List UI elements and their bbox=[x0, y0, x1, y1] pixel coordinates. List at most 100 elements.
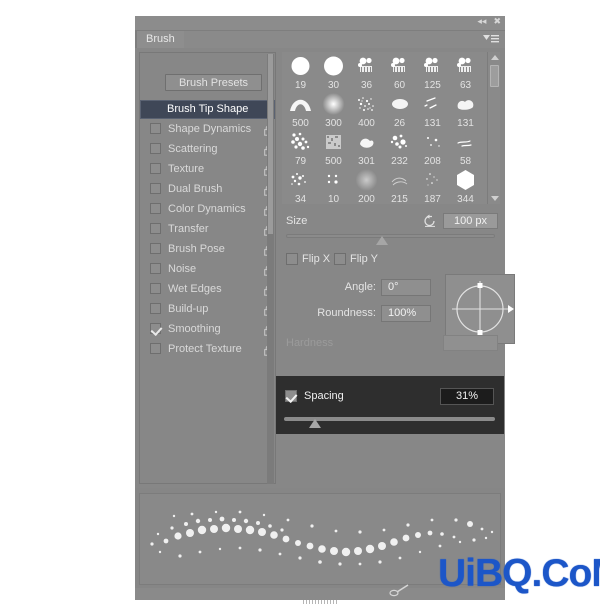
checkbox[interactable] bbox=[150, 203, 161, 214]
brush-grid-scrollbar-thumb[interactable] bbox=[490, 65, 499, 87]
brush-tip-size: 500 bbox=[292, 118, 309, 129]
sidebar-item-smoothing[interactable]: Smoothing bbox=[140, 319, 275, 339]
size-slider-thumb[interactable] bbox=[376, 236, 388, 245]
brush-options-list-panel: Brush Presets Brush Tip Shape Shape Dyna… bbox=[139, 52, 276, 484]
hardness-input bbox=[443, 335, 498, 351]
flip-x-checkbox-row[interactable]: Flip X bbox=[286, 253, 330, 266]
checkbox[interactable] bbox=[150, 143, 161, 154]
brush-tip-cell[interactable]: 131 bbox=[449, 92, 482, 130]
sidebar-item-brush-tip-shape[interactable]: Brush Tip Shape bbox=[140, 100, 275, 119]
brush-tip-cell[interactable]: 344 bbox=[449, 168, 482, 206]
sidebar-item-color-dynamics[interactable]: Color Dynamics bbox=[140, 199, 275, 219]
options-scrollbar-thumb[interactable] bbox=[268, 54, 273, 234]
brush-tip-cell[interactable]: 200 bbox=[350, 168, 383, 206]
brush-grid-scrollbar[interactable] bbox=[487, 52, 500, 204]
checkbox[interactable] bbox=[150, 243, 161, 254]
brush-tip-cell[interactable]: 26 bbox=[383, 92, 416, 130]
sidebar-item-dual-brush[interactable]: Dual Brush bbox=[140, 179, 275, 199]
sidebar-item-brush-pose[interactable]: Brush Pose bbox=[140, 239, 275, 259]
checkbox[interactable] bbox=[150, 303, 161, 314]
spacing-checkbox[interactable] bbox=[285, 390, 297, 402]
brush-tip-grid[interactable]: 19 30 36 60 125 63 500 300 400 26 131 13… bbox=[284, 54, 484, 205]
brush-tip-splash-icon bbox=[350, 130, 383, 155]
brush-tip-cell[interactable]: 60 bbox=[383, 54, 416, 92]
brush-tip-cell[interactable]: 131 bbox=[416, 92, 449, 130]
brush-tip-cell[interactable]: 63 bbox=[449, 54, 482, 92]
flip-y-checkbox-row[interactable]: Flip Y bbox=[334, 253, 378, 266]
size-label: Size bbox=[286, 215, 308, 227]
brush-tip-cell[interactable]: 79 bbox=[284, 130, 317, 168]
brush-tip-cell[interactable]: 215 bbox=[383, 168, 416, 206]
brush-tip-size: 63 bbox=[459, 80, 472, 91]
options-scrollbar[interactable] bbox=[267, 54, 274, 484]
brush-tip-size: 125 bbox=[424, 80, 441, 91]
sidebar-item-texture[interactable]: Texture bbox=[140, 159, 275, 179]
panel-menu-icon[interactable] bbox=[483, 34, 499, 44]
brush-tip-dots-icon bbox=[284, 130, 317, 155]
spacing-input[interactable]: 31% bbox=[440, 388, 494, 405]
collapse-icon[interactable]: ◂◂ bbox=[477, 17, 486, 26]
size-input[interactable]: 100 px bbox=[443, 213, 498, 229]
checkbox[interactable] bbox=[150, 183, 161, 194]
sidebar-item-noise[interactable]: Noise bbox=[140, 259, 275, 279]
checkbox[interactable] bbox=[286, 253, 298, 265]
brush-tip-cell[interactable]: 300 bbox=[317, 92, 350, 130]
brush-tip-size: 60 bbox=[393, 80, 406, 91]
brush-tip-cell[interactable]: 500 bbox=[317, 130, 350, 168]
brush-tip-cell[interactable]: 500 bbox=[284, 92, 317, 130]
sidebar-item-build-up[interactable]: Build-up bbox=[140, 299, 275, 319]
tab-brush[interactable]: Brush bbox=[137, 31, 184, 48]
spacing-control-group: Spacing 31% bbox=[276, 376, 504, 434]
create-new-brush-icon[interactable] bbox=[387, 584, 413, 600]
checkbox[interactable] bbox=[334, 253, 346, 265]
brush-tip-textured-icon bbox=[350, 54, 383, 79]
checkbox[interactable] bbox=[150, 343, 161, 354]
angle-label: Angle: bbox=[344, 281, 376, 293]
roundness-input[interactable]: 100% bbox=[381, 305, 431, 322]
scroll-down-arrow-icon[interactable] bbox=[491, 196, 499, 201]
spacing-slider-thumb[interactable] bbox=[309, 419, 321, 428]
checkbox[interactable] bbox=[150, 223, 161, 234]
checkbox[interactable] bbox=[150, 163, 161, 174]
sidebar-item-wet-edges[interactable]: Wet Edges bbox=[140, 279, 275, 299]
sidebar-item-label: Smoothing bbox=[168, 323, 221, 335]
brush-tip-size: 215 bbox=[391, 194, 408, 205]
brush-tip-size: 58 bbox=[459, 156, 472, 167]
scroll-up-arrow-icon[interactable] bbox=[491, 55, 499, 60]
brush-tip-cell[interactable]: 187 bbox=[416, 168, 449, 206]
angle-input[interactable]: 0° bbox=[381, 279, 431, 296]
size-slider-track[interactable] bbox=[286, 234, 495, 238]
hardness-row: Hardness bbox=[282, 334, 500, 352]
flip-y-control[interactable]: Flip Y bbox=[334, 253, 378, 266]
sidebar-item-scattering[interactable]: Scattering bbox=[140, 139, 275, 159]
checkbox[interactable] bbox=[150, 263, 161, 274]
brush-tip-cell[interactable]: 19 bbox=[284, 54, 317, 92]
sidebar-item-shape-dynamics[interactable]: Shape Dynamics bbox=[140, 119, 275, 139]
brush-tip-cell[interactable]: 301 bbox=[350, 130, 383, 168]
brush-tip-scatter-icon bbox=[383, 130, 416, 155]
close-icon[interactable]: ✖ bbox=[493, 17, 501, 26]
brush-tip-size: 26 bbox=[393, 118, 406, 129]
brush-tip-cell[interactable]: 30 bbox=[317, 54, 350, 92]
checkbox[interactable] bbox=[150, 323, 161, 334]
flip-x-control[interactable]: Flip X bbox=[286, 253, 330, 266]
brush-tip-cell[interactable]: 208 bbox=[416, 130, 449, 168]
sidebar-item-transfer[interactable]: Transfer bbox=[140, 219, 275, 239]
brush-tip-cell[interactable]: 58 bbox=[449, 130, 482, 168]
checkbox[interactable] bbox=[150, 123, 161, 134]
brush-tip-cell[interactable]: 232 bbox=[383, 130, 416, 168]
brush-tip-cell[interactable]: 400 bbox=[350, 92, 383, 130]
reset-size-icon[interactable] bbox=[423, 214, 437, 228]
brush-tip-cell[interactable]: 34 bbox=[284, 168, 317, 206]
brush-tip-grid-container: 19 30 36 60 125 63 500 300 400 26 131 13… bbox=[282, 52, 500, 205]
checkbox[interactable] bbox=[150, 283, 161, 294]
brush-tip-cell[interactable]: 125 bbox=[416, 54, 449, 92]
brush-tip-size: 500 bbox=[325, 156, 342, 167]
brush-tip-flick-icon bbox=[449, 130, 482, 155]
resize-grip-icon[interactable] bbox=[303, 595, 337, 604]
brush-tip-cell[interactable]: 36 bbox=[350, 54, 383, 92]
sidebar-item-protect-texture[interactable]: Protect Texture bbox=[140, 339, 275, 359]
hardness-label: Hardness bbox=[286, 337, 334, 349]
brush-tip-cell[interactable]: 10 bbox=[317, 168, 350, 206]
brush-presets-button[interactable]: Brush Presets bbox=[165, 74, 262, 91]
